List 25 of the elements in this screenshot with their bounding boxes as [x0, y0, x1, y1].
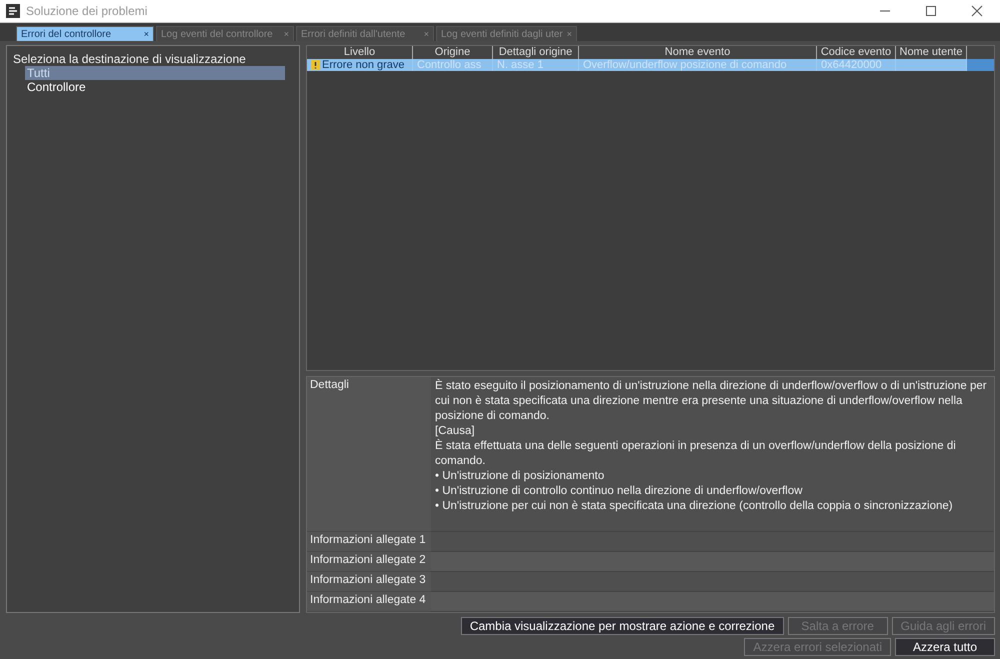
table-cell: Controllo ass	[417, 59, 482, 71]
action-button[interactable]: Azzera tutto	[895, 638, 995, 656]
table-cell: Errore non grave	[322, 59, 405, 71]
group-title: Seleziona la destinazione di visualizzazione	[12, 52, 247, 66]
detail-text: [Causa]	[435, 424, 476, 439]
detail-label: Informazioni allegate 3	[307, 572, 431, 592]
table-cell: Overflow/underflow posizione di comando	[583, 59, 787, 71]
warning-icon	[311, 60, 320, 70]
app-icon	[6, 4, 20, 18]
detail-text: • Un'istruzione di posizionamento	[435, 469, 606, 484]
table-cell: N. asse 1	[497, 59, 544, 71]
detail-label: Informazioni allegate 1	[307, 532, 431, 552]
detail-text: • Un'istruzione per cui non è stata specificata una direzione (controllo della coppia o sincronizzazione)	[435, 499, 954, 514]
detail-text: • Un'istruzione di controllo continuo nella direzione di underflow/overflow	[435, 484, 804, 499]
table-row[interactable]: Errore non grave Controllo ass N. asse 1 Overflow/underflow posizione di comando 0x64420000	[307, 59, 994, 71]
table-cell: 0x64420000	[821, 59, 882, 71]
detail-label: Informazioni allegate 4	[307, 592, 431, 612]
detail-text: È stata effettuata una delle seguenti operazioni in presenza di un overflow/underflow della posizione di comando.	[435, 439, 957, 469]
window-title: Soluzione dei problemi	[26, 4, 148, 18]
tree-item[interactable]: Controllore	[25, 80, 285, 94]
action-button[interactable]: Cambia visualizzazione per mostrare azione e correzione	[460, 617, 784, 635]
detail-label: Dettagli	[307, 377, 431, 532]
detail-label: Informazioni allegate 2	[307, 552, 431, 572]
tab[interactable]: Errori del controllore ×	[16, 26, 154, 41]
detail-text: È stato eseguito il posizionamento di un'istruzione nella direzione di underflow/overflow o di un'istruzione per cui non è stata specificata una direzione mentre era presente una situazione di underflow/overflow nella posizione di comando.	[435, 379, 988, 424]
